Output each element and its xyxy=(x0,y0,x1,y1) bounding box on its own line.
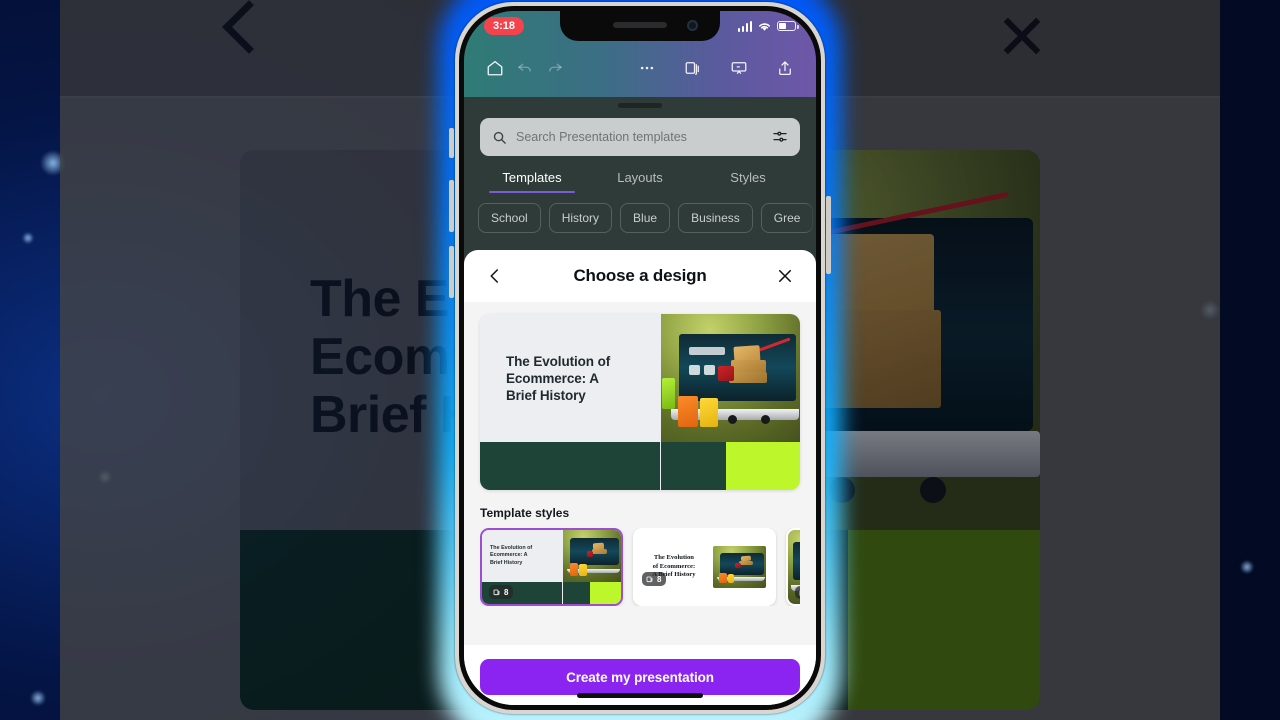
page-title: Choose a design xyxy=(573,266,707,285)
home-indicator[interactable] xyxy=(577,693,703,698)
pages-stack-icon xyxy=(493,589,500,596)
drawer-grabber[interactable] xyxy=(618,103,662,108)
design-preview-card[interactable]: The Evolution of Ecommerce: A Brief Hist… xyxy=(480,314,800,490)
style-1-title-line1: The Evolution of xyxy=(490,545,533,552)
status-bar: 3:18 xyxy=(464,11,816,41)
chevron-left-icon xyxy=(222,0,276,54)
style-1-pages-count: 8 xyxy=(504,587,509,597)
swatch-lime xyxy=(726,442,800,490)
power-button[interactable] xyxy=(826,196,831,274)
undo-icon[interactable] xyxy=(510,53,540,83)
style-card-3[interactable] xyxy=(786,528,800,606)
cellular-bars-icon xyxy=(737,20,752,32)
preview-hero-image xyxy=(660,314,800,442)
home-icon[interactable] xyxy=(480,53,510,83)
preview-color-swatches xyxy=(480,442,800,490)
style-2-thumb-image xyxy=(712,546,766,588)
choose-a-design-sheet: Choose a design The Evolution of Ecommer… xyxy=(464,250,816,705)
recording-time-pill: 3:18 xyxy=(484,16,525,36)
tab-layouts[interactable]: Layouts xyxy=(586,170,694,193)
style-1-title-line2: Ecommerce: A xyxy=(490,552,528,559)
pages-stack-icon xyxy=(799,590,800,596)
sheet-header: Choose a design xyxy=(464,250,816,302)
style-2-title-line1: The Evolution xyxy=(653,554,694,562)
style-3-pages-badge xyxy=(795,586,800,599)
chip-business[interactable]: Business xyxy=(678,203,753,233)
preview-title-line3: Brief History xyxy=(506,387,586,403)
share-icon[interactable] xyxy=(770,53,800,83)
redo-icon[interactable] xyxy=(540,53,570,83)
template-styles-label: Template styles xyxy=(480,506,570,520)
template-styles-list: The Evolution of Ecommerce: A Brief Hist… xyxy=(480,528,800,606)
swatch-dark-green-2 xyxy=(660,442,727,490)
style-1-title-line3: Brief History xyxy=(490,559,523,566)
close-icon xyxy=(999,12,1045,58)
chevron-left-icon xyxy=(490,269,499,283)
close-icon xyxy=(778,269,792,283)
search-icon xyxy=(493,131,506,144)
phone-device: 3:18 Search Presentation templates Templ… xyxy=(455,2,825,714)
pages-stack-icon xyxy=(646,576,653,583)
sliders-icon[interactable] xyxy=(772,129,788,145)
style-2-pages-count: 8 xyxy=(657,574,662,584)
preview-title-line1: The Evolution of xyxy=(506,353,611,369)
present-icon[interactable] xyxy=(724,53,754,83)
create-presentation-button[interactable]: Create my presentation xyxy=(480,659,800,695)
tab-templates[interactable]: Templates xyxy=(478,170,586,193)
volume-down-button[interactable] xyxy=(449,246,454,298)
pages-icon[interactable] xyxy=(678,53,708,83)
search-bar[interactable]: Search Presentation templates xyxy=(480,118,800,156)
mute-switch[interactable] xyxy=(449,128,454,158)
sparkle xyxy=(30,690,46,706)
chip-blue[interactable]: Blue xyxy=(620,203,671,233)
style-2-pages-badge: 8 xyxy=(642,572,667,586)
chip-history[interactable]: History xyxy=(548,203,613,233)
style-card-1[interactable]: The Evolution of Ecommerce: A Brief Hist… xyxy=(480,528,623,606)
close-button[interactable] xyxy=(770,261,800,291)
volume-up-button[interactable] xyxy=(449,180,454,232)
sparkle xyxy=(1240,560,1254,574)
back-button[interactable] xyxy=(480,261,510,291)
wifi-icon xyxy=(759,22,770,31)
tab-styles[interactable]: Styles xyxy=(694,170,802,193)
sparkle xyxy=(22,232,34,244)
editor-toolbar xyxy=(464,49,816,87)
preview-title-line2: Ecommerce: A xyxy=(506,370,599,386)
chip-school[interactable]: School xyxy=(478,203,541,233)
filter-chips: School History Blue Business Gree xyxy=(464,193,816,233)
battery-icon xyxy=(777,21,799,31)
more-icon[interactable] xyxy=(632,53,662,83)
swatch-dark-green xyxy=(480,442,661,490)
screen-recording-stage: The Evolu Ecomme Brief Hist 3:18 Search … xyxy=(0,0,1280,720)
preview-title: The Evolution of Ecommerce: A Brief Hist… xyxy=(506,353,610,404)
style-2-title-line2: of Ecommerce: xyxy=(652,562,696,570)
search-input[interactable]: Search Presentation templates xyxy=(516,130,763,144)
drawer-tabs: Templates Layouts Styles xyxy=(464,170,816,193)
style-1-pages-badge: 8 xyxy=(489,585,514,599)
style-1-thumb-image xyxy=(562,530,621,582)
phone-screen: 3:18 Search Presentation templates Templ… xyxy=(464,11,816,705)
style-card-2[interactable]: The Evolution of Ecommerce: A Brief Hist… xyxy=(633,528,776,606)
sheet-body: The Evolution of Ecommerce: A Brief Hist… xyxy=(464,302,816,645)
